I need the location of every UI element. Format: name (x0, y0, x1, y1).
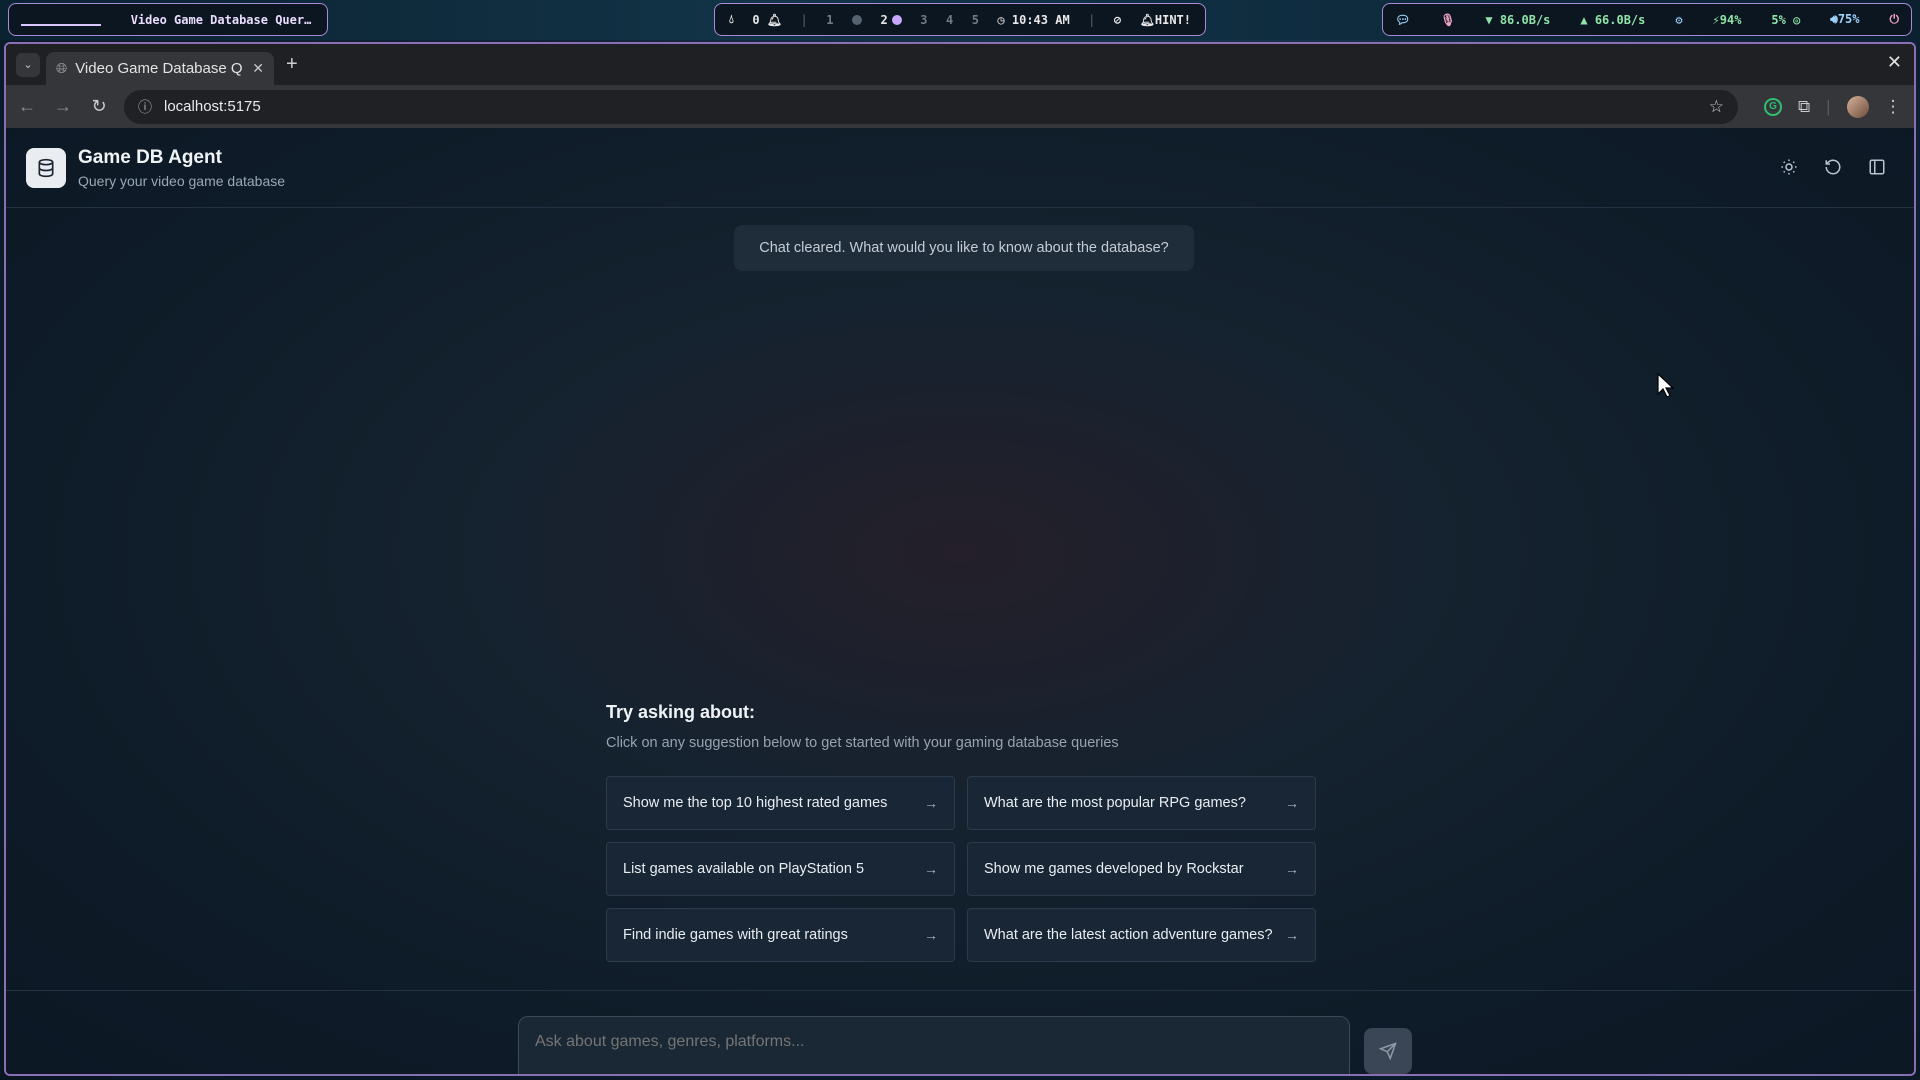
suggestions-panel: Try asking about: Click on any suggestio… (606, 702, 1321, 962)
suggestions-subtitle: Click on any suggestion below to get sta… (606, 735, 1119, 751)
suggestion-label: What are the most popular RPG games? (984, 795, 1246, 811)
reset-chat-icon[interactable] (1822, 156, 1844, 178)
clock: ◷ 10:43 AM (997, 12, 1070, 27)
suggestion-label: List games available on PlayStation 5 (623, 861, 865, 877)
power-icon[interactable]: ⏻ (1889, 12, 1899, 27)
app-main: Game DB Agent Query your video game data… (6, 128, 1914, 1074)
browser-menu-icon[interactable]: ⋮ (1885, 97, 1902, 117)
theme-toggle-sun-icon[interactable] (1778, 156, 1800, 178)
drop-icon: 💧︎ (729, 12, 734, 26)
suggestions-title: Try asking about: (606, 702, 756, 722)
suggestion-label: What are the latest action adventure gam… (984, 927, 1273, 943)
send-icon (1379, 1042, 1397, 1060)
app-header: Game DB Agent Query your video game data… (6, 128, 1914, 208)
arrow-right-icon: → (1285, 861, 1299, 877)
app-title: Game DB Agent (78, 146, 222, 168)
arrow-right-icon: → (1285, 795, 1299, 811)
suggestion-card[interactable]: Show me games developed by Rockstar → (967, 842, 1316, 896)
mouse-cursor-icon (1656, 372, 1676, 403)
arrow-right-icon: → (924, 861, 938, 877)
window-close-icon[interactable]: ✕ (1887, 52, 1902, 73)
suggestion-label: Show me the top 10 highest rated games (623, 795, 888, 811)
battery-level: ⚡94% (1712, 12, 1742, 27)
address-bar[interactable]: ⓘ localhost:5175 ☆ (124, 89, 1738, 124)
workspace-5[interactable]: 5 (972, 13, 979, 27)
mic-muted-icon[interactable]: 🎙︎ (1440, 13, 1455, 27)
browser-toolbar: ← → ↻ ⓘ localhost:5175 ☆ G ⧉ | ⋮ (6, 85, 1914, 128)
system-message: Chat cleared. What would you like to kno… (734, 225, 1194, 271)
new-tab-button[interactable]: + (286, 53, 298, 76)
suggestion-card[interactable]: What are the most popular RPG games? → (967, 776, 1316, 830)
suggestion-label: Show me games developed by Rockstar (984, 861, 1244, 877)
wifi-up-rate: ▲ 66.0B/s (1580, 12, 1646, 27)
workspace-indicator (21, 23, 101, 26)
profile-avatar[interactable] (1846, 95, 1869, 118)
browser-window: ⌄ 🌐︎ Video Game Database Q ✕ + ✕ ← → ↻ ⓘ… (4, 42, 1916, 1076)
window-title-pill[interactable]: Video Game Database Query… (8, 3, 328, 36)
suggestion-card[interactable]: What are the latest action adventure gam… (967, 908, 1316, 962)
volume-level[interactable]: 🔊︎75% (1830, 12, 1859, 27)
tab-close-icon[interactable]: ✕ (252, 60, 264, 77)
system-bar: Video Game Database Query… 💧︎ 0 🔔︎ | 1 2… (0, 0, 1920, 40)
app-subtitle: Query your video game database (78, 172, 286, 189)
arrow-right-icon: → (1285, 927, 1299, 943)
suggestion-card[interactable]: Find indie games with great ratings → (606, 908, 955, 962)
chat-input[interactable] (518, 1016, 1350, 1074)
url-text: localhost:5175 (164, 98, 261, 115)
browser-tab[interactable]: 🌐︎ Video Game Database Q ✕ (46, 52, 274, 85)
forward-button[interactable]: → (52, 96, 74, 117)
extensions-icon[interactable]: ⧉ (1798, 97, 1810, 117)
system-right-pill: 💬︎ 🎙︎ ▼ 86.0B/s ▲ 66.0B/s ⚙ ⚡94% 5% ◎ 🔊︎… (1382, 3, 1912, 36)
eye-off-icon[interactable]: ⊘ (1114, 13, 1121, 27)
workspace-2[interactable]: 2 (880, 13, 902, 27)
arrow-right-icon: → (924, 795, 938, 811)
tab-search-button[interactable]: ⌄ (16, 52, 40, 77)
hint-badge[interactable]: 🔔︎HINT! (1140, 13, 1191, 27)
active-window-title: Video Game Database Query… (130, 12, 315, 27)
suggestion-card[interactable]: List games available on PlayStation 5 → (606, 842, 955, 896)
grammarly-extension-icon[interactable]: G (1764, 97, 1782, 116)
wifi-down-rate: ▼ 86.0B/s (1485, 12, 1551, 27)
chat-icon[interactable]: 💬︎ (1395, 13, 1410, 27)
send-button[interactable] (1364, 1028, 1412, 1074)
workspace-4[interactable]: 4 (946, 13, 953, 27)
tab-title: Video Game Database Q (75, 60, 243, 77)
tab-strip: ⌄ 🌐︎ Video Game Database Q ✕ + ✕ (6, 44, 1914, 85)
arrow-right-icon: → (924, 927, 938, 943)
back-button[interactable]: ← (16, 96, 38, 117)
globe-icon: 🌐︎ (56, 60, 68, 76)
workspace-dot-icon (851, 14, 862, 25)
settings-icon[interactable]: ⚙ (1675, 13, 1682, 27)
cpu-usage: 5% ◎ (1771, 12, 1801, 27)
database-icon (26, 147, 66, 188)
system-center-pill: 💧︎ 0 🔔︎ | 1 2 3 4 5 ◷ 10:43 AM | ⊘ 🔔︎HIN… (714, 3, 1206, 36)
notification-count[interactable]: 0 🔔︎ (752, 13, 782, 27)
workspace-3[interactable]: 3 (920, 13, 927, 27)
chat-input-area (6, 990, 1914, 1074)
site-info-icon[interactable]: ⓘ (138, 97, 152, 117)
sidebar-toggle-icon[interactable] (1866, 156, 1888, 178)
bookmark-star-icon[interactable]: ☆ (1709, 97, 1724, 117)
suggestion-label: Find indie games with great ratings (623, 927, 848, 943)
workspace-1[interactable]: 1 (826, 13, 833, 27)
suggestion-card[interactable]: Show me the top 10 highest rated games → (606, 776, 955, 830)
reload-button[interactable]: ↻ (88, 96, 110, 117)
